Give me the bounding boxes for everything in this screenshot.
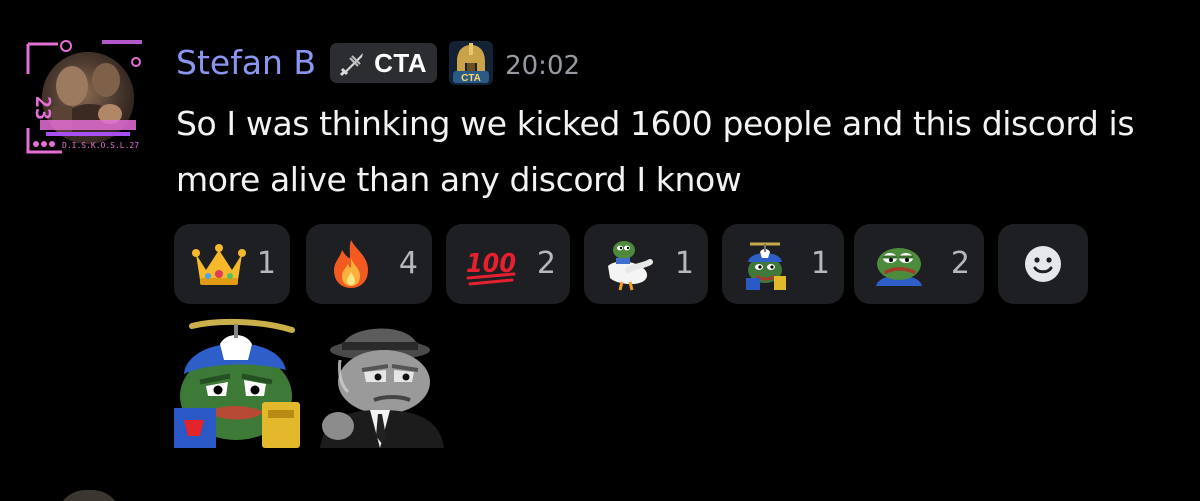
reaction-pepe-goose[interactable]: 1	[584, 224, 708, 304]
pepe-goose-emoji	[608, 241, 653, 291]
reaction-crown[interactable]: 1	[174, 224, 290, 304]
reaction-count: 1	[810, 246, 830, 281]
reaction-count: 2	[536, 246, 556, 281]
reaction-count: 1	[256, 246, 276, 281]
avatar-frame-text: D.I.S.K.O.S.L.27	[62, 141, 139, 150]
server-tag-label: CTA	[374, 47, 428, 78]
chat-screen: 23 D.I.S.K.O.S.L.27 Stefan B CTA CTA 20:…	[0, 0, 1200, 501]
reaction-count: 1	[674, 246, 694, 281]
reaction-count: 4	[398, 246, 418, 281]
avatar-image: 23 D.I.S.K.O.S.L.27	[26, 40, 142, 154]
pepe-detective-sticker[interactable]	[314, 316, 450, 448]
author-avatar[interactable]: 23 D.I.S.K.O.S.L.27	[22, 36, 148, 160]
author-name[interactable]: Stefan B	[176, 40, 316, 86]
pepe-frog-emoji	[876, 248, 922, 286]
reaction-hundred[interactable]: 100 2	[446, 224, 570, 304]
message-header: Stefan B CTA CTA 20:02	[176, 40, 580, 86]
hundred-points-emoji: 100	[466, 249, 516, 286]
pepe-propeller-cap-emoji	[746, 242, 786, 290]
spartan-helmet-icon[interactable]: CTA	[449, 41, 494, 85]
guild-badge-label: CTA	[461, 73, 481, 84]
message-content: So I was thinking we kicked 1600 people …	[176, 104, 1135, 199]
smiley-icon	[1025, 246, 1061, 282]
next-message-avatar[interactable]	[56, 490, 122, 501]
reaction-fire[interactable]: 4	[306, 224, 432, 304]
reaction-pepe-frog[interactable]: 2	[854, 224, 984, 304]
avatar-frame-number: 23	[31, 96, 55, 120]
crossed-swords-icon	[340, 53, 364, 77]
reaction-pepe-cap[interactable]: 1	[722, 224, 844, 304]
message-timestamp: 20:02	[505, 51, 581, 81]
server-tag[interactable]: CTA	[330, 43, 438, 83]
fire-emoji	[334, 240, 368, 288]
pepe-propeller-cap-sticker[interactable]	[170, 316, 308, 448]
add-reaction-button[interactable]	[998, 224, 1088, 304]
crown-emoji	[192, 244, 246, 285]
reaction-count: 2	[950, 246, 970, 281]
